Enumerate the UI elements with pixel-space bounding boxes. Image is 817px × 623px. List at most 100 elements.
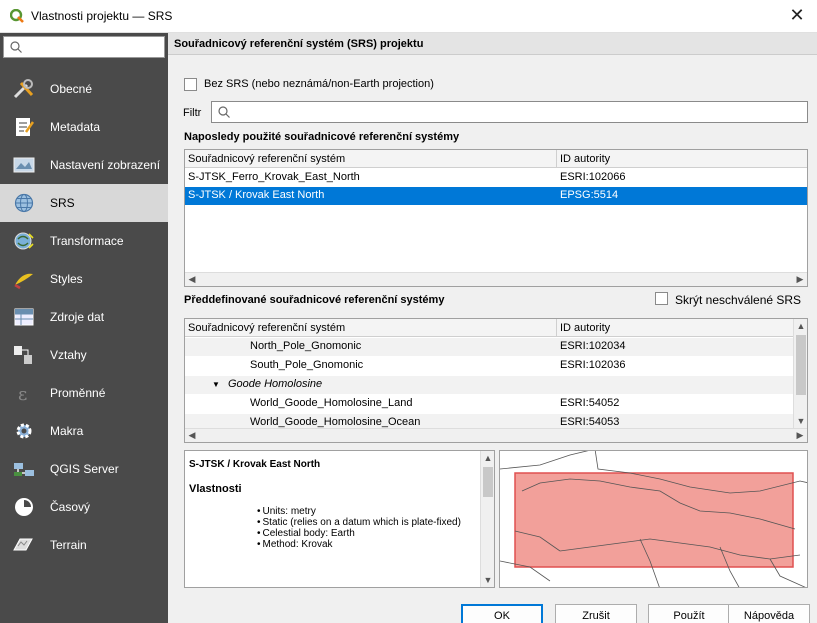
row-authority-id: ESRI:102036 <box>560 359 626 371</box>
scroll-right-icon[interactable]: ▶ <box>793 429 807 442</box>
properties-list: Units: metry Static (relies on a datum w… <box>257 506 477 550</box>
hide-deprecated-label: Skrýt neschválené SRS <box>675 293 802 307</box>
no-srs-label: Bez SRS (nebo neznámá/non-Earth projecti… <box>204 78 434 90</box>
horizontal-scrollbar[interactable]: ◀ ▶ <box>185 428 807 442</box>
table-row-selected[interactable]: S-JTSK / Krovak East North EPSG:5514 <box>185 187 807 205</box>
scroll-up-icon[interactable]: ▲ <box>481 451 495 465</box>
title-bar: Vlastnosti projektu — SRS ✕ <box>0 0 817 33</box>
scroll-down-icon[interactable]: ▼ <box>794 414 807 428</box>
help-button[interactable]: Nápověda <box>728 604 810 623</box>
relations-icon <box>14 346 32 364</box>
vertical-scrollbar[interactable]: ▲ ▼ <box>480 451 494 587</box>
map-preview-image <box>500 451 807 587</box>
predefined-srs-table: Souřadnicový referenční systém ID autori… <box>184 318 808 443</box>
filter-label: Filtr <box>183 107 202 119</box>
sidebar-item-srs[interactable]: SRS <box>0 184 168 222</box>
table-row[interactable]: South_Pole_Gnomonic ESRI:102036 <box>185 357 793 375</box>
svg-text:ε: ε <box>18 384 27 404</box>
filter-input[interactable] <box>211 101 808 123</box>
sidebar-item-label: Nastavení zobrazení <box>50 158 161 172</box>
sidebar-item-qgis-server[interactable]: QGIS Server <box>0 450 168 488</box>
horizontal-scrollbar[interactable]: ◀ ▶ <box>185 272 807 286</box>
vertical-scrollbar[interactable]: ▲ ▼ <box>793 319 807 428</box>
no-srs-checkbox[interactable] <box>184 78 197 91</box>
close-button[interactable]: ✕ <box>777 0 817 33</box>
close-icon: ✕ <box>789 5 805 25</box>
scrollbar-thumb[interactable] <box>483 467 493 497</box>
scroll-up-icon[interactable]: ▲ <box>794 319 807 333</box>
extent-rectangle <box>514 472 794 568</box>
table-header: Souřadnicový referenční systém ID autori… <box>185 319 793 337</box>
sidebar-items: Obecné Metadata Nastavení zobrazení SRS … <box>0 70 168 564</box>
scroll-right-icon[interactable]: ▶ <box>793 273 807 286</box>
column-header-authority[interactable]: ID autority <box>557 150 807 168</box>
view-settings-icon <box>13 157 35 173</box>
property-item: Celestial body: Earth <box>257 528 477 539</box>
row-authority-id: EPSG:5514 <box>560 189 619 201</box>
scroll-left-icon[interactable]: ◀ <box>185 273 199 286</box>
sidebar-item-relations[interactable]: Vztahy <box>0 336 168 374</box>
sidebar-item-styles[interactable]: Styles <box>0 260 168 298</box>
column-header-authority[interactable]: ID autority <box>557 319 793 337</box>
metadata-icon <box>16 118 35 136</box>
sidebar-item-general[interactable]: Obecné <box>0 70 168 108</box>
row-name: S-JTSK / Krovak East North <box>188 189 325 201</box>
sidebar-item-data-sources[interactable]: Zdroje dat <box>0 298 168 336</box>
sidebar-item-label: Vztahy <box>50 348 87 362</box>
srs-description-panel: S-JTSK / Krovak East North Vlastnosti Un… <box>184 450 495 588</box>
row-name: North_Pole_Gnomonic <box>250 340 362 352</box>
sidebar-item-label: Transformace <box>50 234 124 248</box>
transform-icon <box>14 232 34 250</box>
sidebar-item-terrain[interactable]: Terrain <box>0 526 168 564</box>
row-authority-id: ESRI:102066 <box>560 171 626 183</box>
scroll-left-icon[interactable]: ◀ <box>185 429 199 442</box>
main-panel: Souřadnicový referenční systém (SRS) pro… <box>168 33 817 623</box>
cancel-button[interactable]: Zrušit <box>555 604 637 623</box>
table-row[interactable]: S-JTSK_Ferro_Krovak_East_North ESRI:1020… <box>185 169 807 187</box>
property-item: Units: metry <box>257 506 477 517</box>
sidebar-item-label: Terrain <box>50 538 87 552</box>
terrain-icon <box>13 538 33 551</box>
recent-srs-table: Souřadnicový referenční systém ID autori… <box>184 149 808 287</box>
macros-icon <box>16 423 32 439</box>
sidebar-search-input[interactable] <box>3 36 165 58</box>
sidebar-item-label: SRS <box>50 196 75 210</box>
column-header-system[interactable]: Souřadnicový referenční systém <box>185 319 557 337</box>
sidebar-item-label: Metadata <box>50 120 101 134</box>
group-name: Goode Homolosine <box>228 378 323 390</box>
tools-icon <box>13 79 34 99</box>
search-icon <box>218 106 230 118</box>
data-sources-icon <box>14 308 34 326</box>
table-row[interactable]: North_Pole_Gnomonic ESRI:102034 <box>185 338 793 356</box>
clock-icon <box>15 498 33 516</box>
column-header-system[interactable]: Souřadnicový referenční systém <box>185 150 557 168</box>
apply-button[interactable]: Použít <box>648 604 730 623</box>
scrollbar-thumb[interactable] <box>796 335 806 395</box>
srs-extent-map <box>499 450 808 588</box>
sidebar-item-transformations[interactable]: Transformace <box>0 222 168 260</box>
predefined-srs-title: Předdefinované souřadnicové referenční s… <box>184 294 445 306</box>
sidebar-item-label: Zdroje dat <box>50 310 105 324</box>
sidebar-item-temporal[interactable]: Časový <box>0 488 168 526</box>
sidebar-item-label: QGIS Server <box>50 462 119 476</box>
table-row[interactable]: World_Goode_Homolosine_Land ESRI:54052 <box>185 395 793 413</box>
expand-arrow-icon[interactable]: ▼ <box>209 378 223 391</box>
search-icon <box>10 41 22 53</box>
scroll-down-icon[interactable]: ▼ <box>481 573 495 587</box>
hide-deprecated-checkbox[interactable] <box>655 292 668 305</box>
sidebar-item-label: Styles <box>50 272 83 286</box>
server-icon <box>14 463 34 476</box>
sidebar-item-variables[interactable]: ε Proměnné <box>0 374 168 412</box>
sidebar-item-label: Obecné <box>50 82 93 96</box>
table-row-group[interactable]: ▼ Goode Homolosine <box>185 376 793 394</box>
row-name: South_Pole_Gnomonic <box>250 359 364 371</box>
sidebar-item-metadata[interactable]: Metadata <box>0 108 168 146</box>
styles-icon <box>14 273 33 290</box>
sidebar-item-macros[interactable]: Makra <box>0 412 168 450</box>
property-item: Method: Krovak <box>257 539 477 550</box>
sidebar-item-view-settings[interactable]: Nastavení zobrazení <box>0 146 168 184</box>
property-item: Static (relies on a datum which is plate… <box>257 517 477 528</box>
sidebar-item-label: Proměnné <box>50 386 106 400</box>
ok-button[interactable]: OK <box>461 604 543 623</box>
sidebar-item-label: Makra <box>50 424 84 438</box>
